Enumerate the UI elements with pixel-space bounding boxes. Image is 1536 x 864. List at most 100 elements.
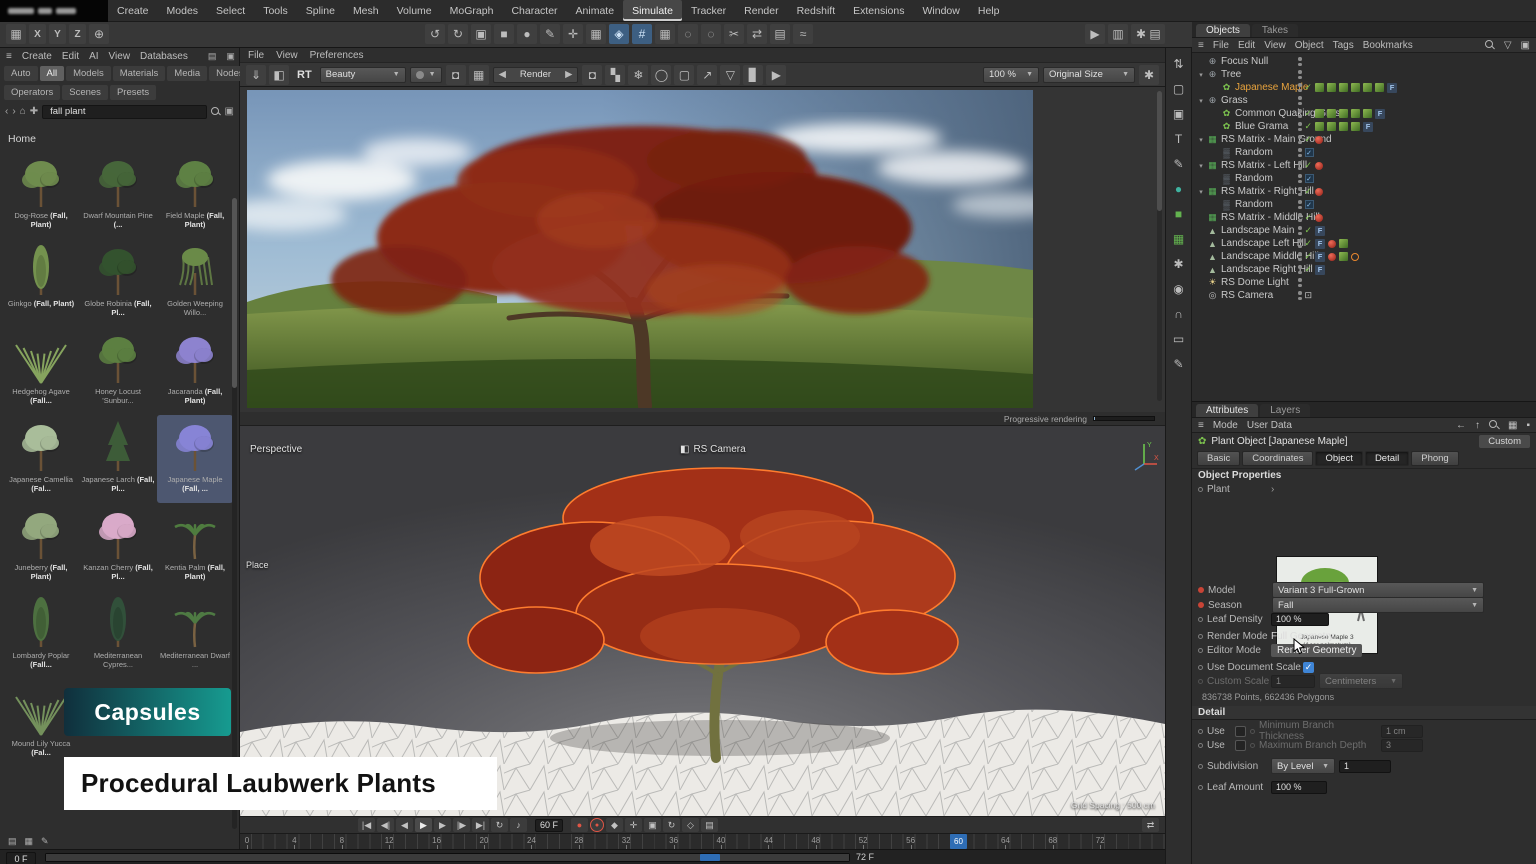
asset-tile-japanese-larch[interactable]: Japanese Larch (Fall, Pl...	[80, 415, 156, 503]
menu-create[interactable]: Create	[108, 0, 158, 21]
visibility-dots[interactable]	[1298, 148, 1302, 157]
menu-tools[interactable]: Tools	[254, 0, 297, 21]
timeline-tick-28[interactable]: 28	[569, 836, 589, 845]
visibility-dots[interactable]	[1298, 252, 1302, 261]
asset-tile-juneberry[interactable]: Juneberry (Fall, Plant)	[3, 503, 79, 591]
visibility-dots[interactable]	[1298, 109, 1302, 118]
playhead-thumb[interactable]	[700, 854, 720, 861]
timeline-playhead[interactable]: 60	[950, 834, 967, 849]
expand-caret-icon[interactable]: ▾	[1196, 188, 1206, 196]
object-row-landscape-left-hill[interactable]: ▲Landscape Left Hill✓F	[1192, 237, 1536, 250]
material-chip[interactable]	[1351, 109, 1360, 118]
back-icon[interactable]: ‹	[5, 106, 8, 117]
menu-tracker[interactable]: Tracker	[682, 0, 735, 21]
enabled-check-icon[interactable]: ✓	[1305, 238, 1313, 249]
timeline-tick-4[interactable]: 4	[284, 836, 304, 845]
loop-button[interactable]: ↻	[491, 818, 508, 832]
axis-z-button[interactable]: Z	[69, 24, 86, 44]
timeline-tick-16[interactable]: 16	[427, 836, 447, 845]
material-chip[interactable]	[1375, 83, 1384, 92]
axis-icon[interactable]: ✛	[563, 24, 583, 44]
menu-volume[interactable]: Volume	[388, 0, 441, 21]
asset-tile-mediterranean-dwarf[interactable]: Mediterranean Dwarf ...	[157, 591, 233, 679]
season-dropdown[interactable]: Fall▼	[1272, 597, 1484, 613]
compare-icon[interactable]: ◧	[269, 65, 289, 85]
mirror-icon[interactable]: ⇄	[747, 24, 767, 44]
save-icon[interactable]: ⇓	[246, 65, 266, 85]
render-pass-dropdown[interactable]: Beauty▼	[320, 67, 406, 83]
expand-caret-icon[interactable]: ▾	[1196, 162, 1206, 170]
zoom-dropdown[interactable]: 100 %▼	[983, 67, 1039, 83]
quantize-icon[interactable]: #	[632, 24, 652, 44]
play-button[interactable]: ▶	[415, 818, 432, 832]
menu-spline[interactable]: Spline	[297, 0, 344, 21]
path-icon[interactable]: ▣	[1521, 40, 1530, 51]
asset-tile-japanese-maple[interactable]: Japanese Maple (Fall, ...	[157, 415, 233, 503]
material-chip[interactable]	[1339, 252, 1348, 261]
enabled-check-icon[interactable]: ✓	[1305, 134, 1313, 145]
redshift-material-icon[interactable]	[1315, 136, 1323, 144]
position-button[interactable]: ✛	[625, 818, 642, 832]
pen-icon[interactable]: ✎	[540, 24, 560, 44]
browser-menu-view[interactable]: View	[109, 51, 131, 62]
prev-key-button[interactable]: ◀|	[377, 818, 394, 832]
camera-target-icon[interactable]: ⊡	[1305, 290, 1313, 301]
cube-icon[interactable]: ■	[494, 24, 514, 44]
browser-menu-edit[interactable]: Edit	[62, 51, 79, 62]
next-key-button[interactable]: |▶	[453, 818, 470, 832]
up-icon[interactable]: ↑	[1475, 420, 1480, 431]
menu-redshift[interactable]: Redshift	[788, 0, 845, 21]
snap-icon[interactable]: ◈	[609, 24, 629, 44]
home-icon[interactable]: ⌂	[20, 106, 26, 117]
asset-tile-dog-rose[interactable]: Dog-Rose (Fall, Plant)	[3, 151, 79, 239]
effector-checkbox[interactable]: ✓	[1305, 148, 1314, 157]
expand-arrow-icon[interactable]: ›	[1271, 484, 1274, 495]
mode-menu[interactable]: Mode	[1213, 420, 1238, 431]
field-tag-badge[interactable]: F	[1375, 109, 1385, 119]
enabled-check-icon[interactable]: ✓	[1305, 225, 1313, 236]
material-chip[interactable]	[1363, 83, 1372, 92]
visibility-dots[interactable]	[1298, 265, 1302, 274]
visibility-dots[interactable]	[1298, 122, 1302, 131]
custom-scale-field[interactable]: 1	[1271, 675, 1315, 688]
frame-icon[interactable]: ▢	[1169, 79, 1189, 99]
spline-icon[interactable]: ≈	[793, 24, 813, 44]
menu-character[interactable]: Character	[502, 0, 566, 21]
object-row-focus-null[interactable]: ⊕Focus Null	[1192, 55, 1536, 68]
asset-tile-hedgehog-agave[interactable]: Hedgehog Agave (Fall...	[3, 327, 79, 415]
scale-button[interactable]: ▣	[644, 818, 661, 832]
filter-icon[interactable]: ▽	[720, 65, 740, 85]
brush-icon[interactable]: ✎	[1169, 154, 1189, 174]
cube-icon[interactable]: ■	[1169, 204, 1189, 224]
anim-dot[interactable]	[1198, 634, 1203, 639]
timeline-swap-icon[interactable]: ⇄	[1142, 818, 1159, 832]
redshift-material-icon[interactable]	[1315, 188, 1323, 196]
timeline-tick-8[interactable]: 8	[332, 836, 352, 845]
visibility-dots[interactable]	[1298, 135, 1302, 144]
leaf-amount-field[interactable]: 100 %	[1271, 781, 1327, 794]
sound-button[interactable]: ♪	[510, 818, 527, 832]
menu-select[interactable]: Select	[207, 0, 254, 21]
anim-dot[interactable]	[1198, 648, 1203, 653]
material-chip[interactable]	[1339, 109, 1348, 118]
material-chip[interactable]	[1315, 83, 1324, 92]
browser-tab-auto[interactable]: Auto	[4, 66, 38, 81]
material-chip[interactable]	[1339, 83, 1348, 92]
redshift-material-icon[interactable]	[1315, 162, 1323, 170]
magnet-icon[interactable]: ∩	[1169, 304, 1189, 324]
material-chip[interactable]	[1315, 109, 1324, 118]
field-tag-badge[interactable]: F	[1315, 252, 1325, 262]
picture-icon[interactable]: ▣	[1169, 104, 1189, 124]
field-tag-badge[interactable]: F	[1315, 226, 1325, 236]
object-row-grass[interactable]: ▾⊕Grass	[1192, 94, 1536, 107]
histogram-icon[interactable]: ▊	[743, 65, 763, 85]
next-render-icon[interactable]: ▶	[560, 69, 577, 80]
edit-icon[interactable]: ✎	[41, 836, 49, 847]
object-tab-phong[interactable]: Phong	[1411, 451, 1458, 466]
search-icon[interactable]	[211, 107, 221, 117]
region-icon[interactable]: ▢	[674, 65, 694, 85]
visibility-dots[interactable]	[1298, 83, 1302, 92]
max-branch-field[interactable]: 3	[1381, 739, 1423, 752]
record-button[interactable]: ●	[571, 818, 588, 832]
list-view-icon[interactable]: ▤	[8, 836, 17, 847]
